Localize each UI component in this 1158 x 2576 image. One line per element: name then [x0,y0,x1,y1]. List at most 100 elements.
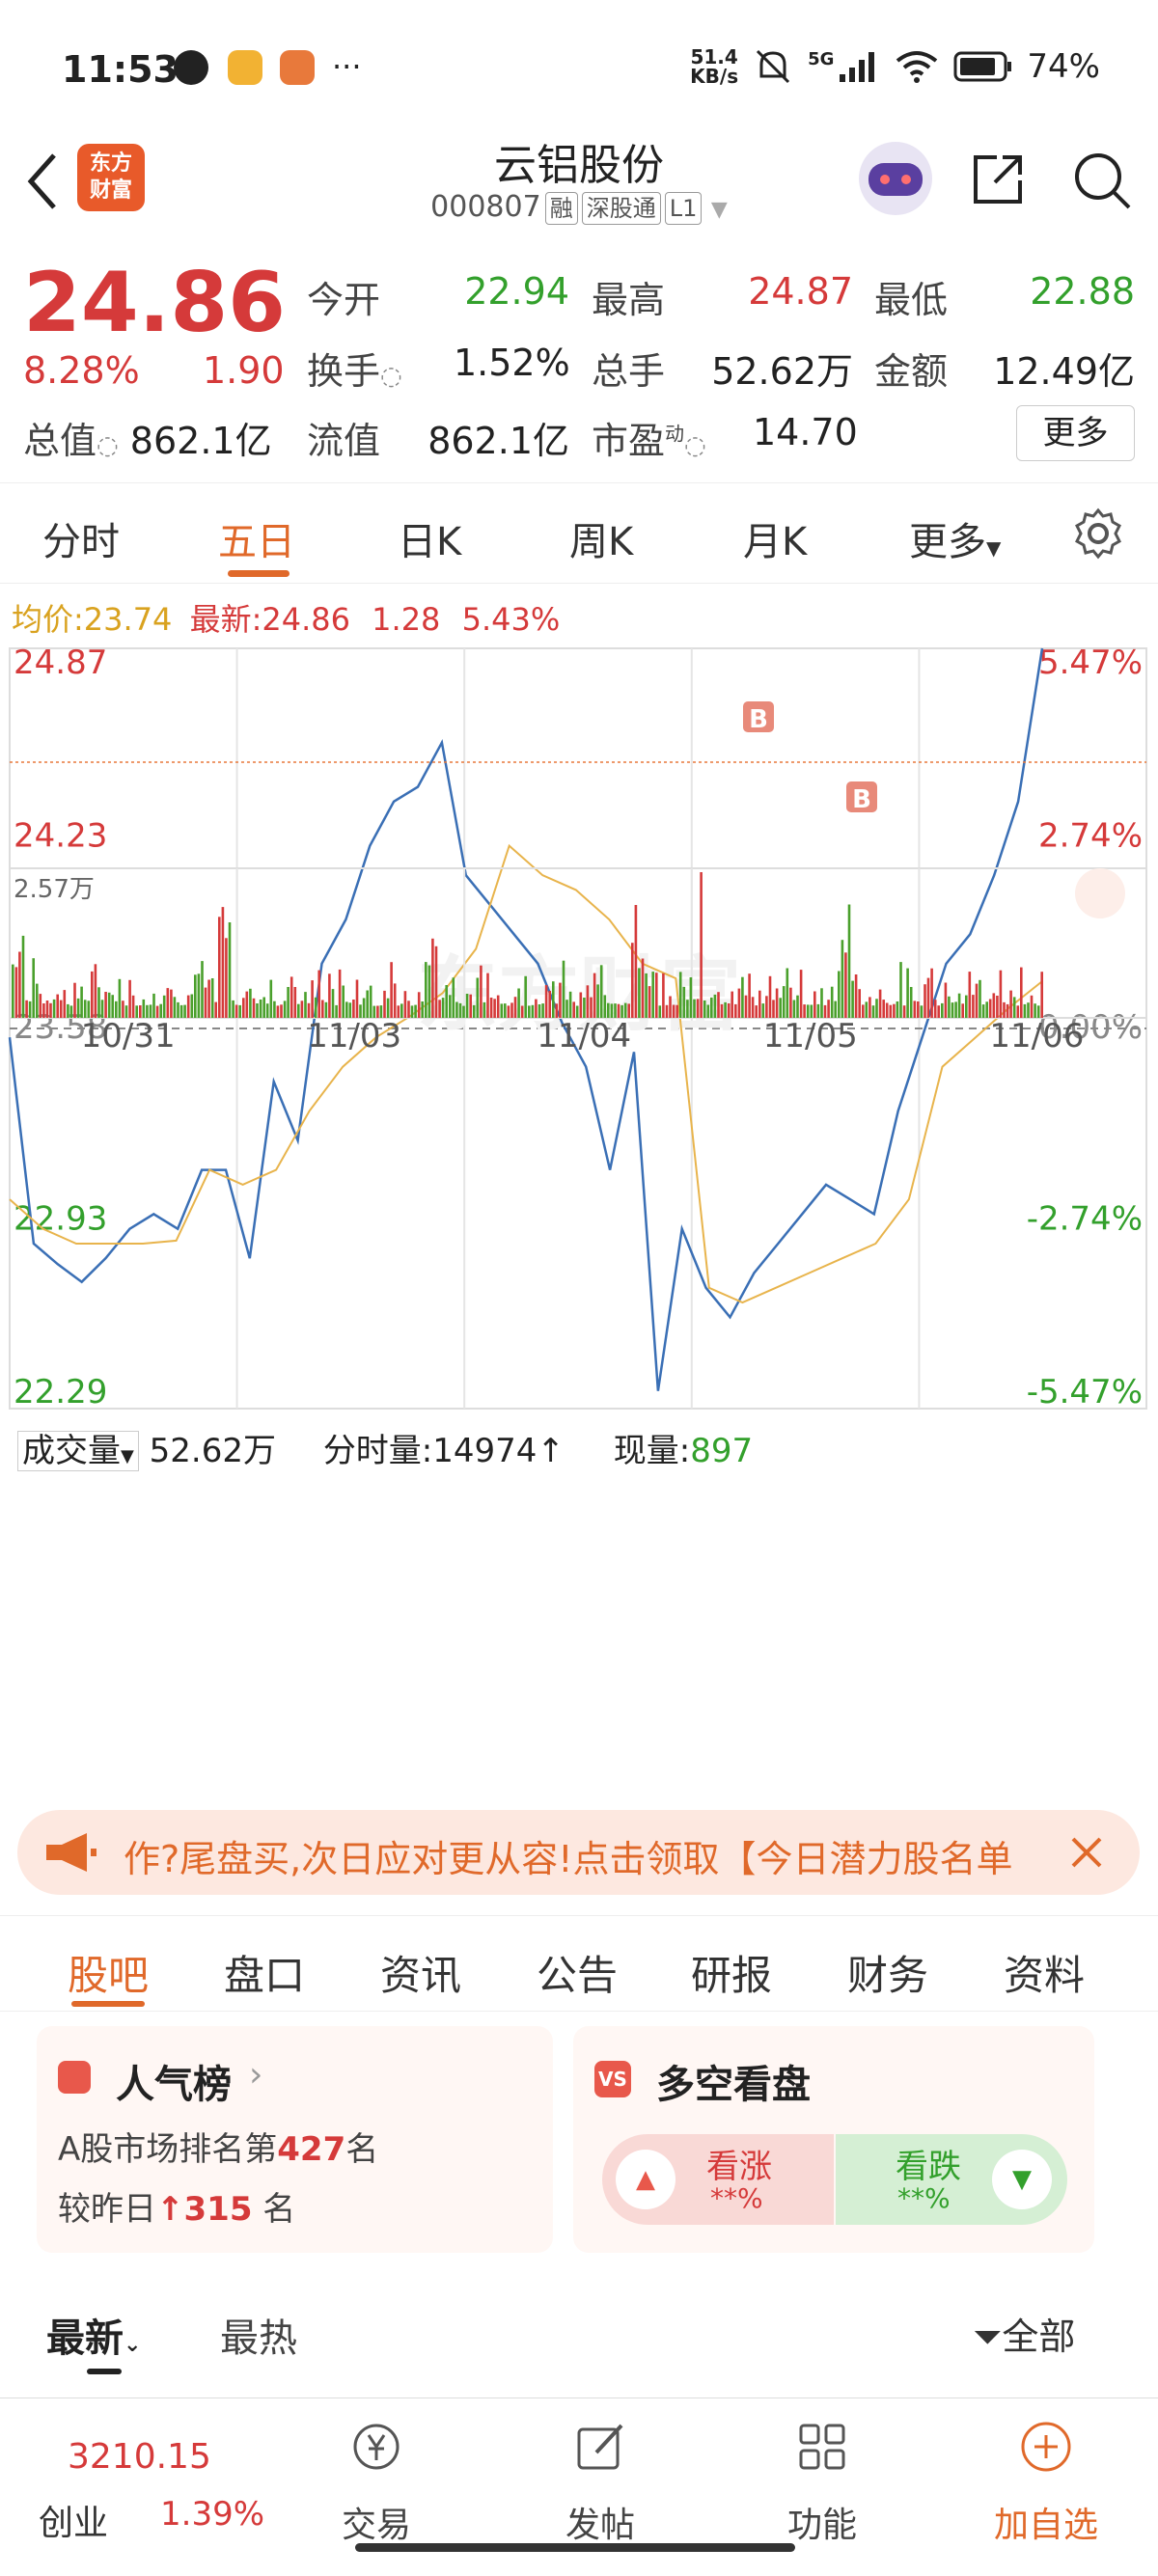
tab-five-day[interactable]: 五日 [218,510,295,566]
volume-bar [933,1000,937,1018]
clock-app-icon [174,50,208,85]
rank-text-prefix: A股市场排名第 [58,2130,278,2169]
search-icon[interactable] [1071,150,1133,211]
rank-line: A股市场排名第427名 [58,2123,378,2170]
feed-tab-latest[interactable]: 最新⌄ [46,2307,141,2363]
edit-post-icon [577,2424,623,2470]
volume-bar [706,1004,710,1018]
volume-bar [724,1001,727,1018]
y-label-right: -5.47% [1027,1373,1143,1411]
volume-bar [12,964,14,1018]
volume-bar [162,995,166,1018]
volume-bar [118,978,122,1018]
volume-total: 52.62万 [149,1432,276,1470]
volume-bar [772,1000,775,1018]
tab-daily-k[interactable]: 日K [398,510,461,566]
volume-bar [535,999,538,1018]
popularity-title: 人气榜 [116,2063,232,2107]
volume-bar [583,998,586,1018]
volume-bar [893,1003,896,1018]
volume-bar [806,1004,810,1018]
volume-bar [755,1005,758,1018]
volume-indicator-select[interactable]: 成交量▼ [17,1431,139,1471]
volume-bar [472,1004,476,1018]
volume-bar [981,1004,985,1018]
chart-legend: 均价:23.74 最新:24.86 1.28 5.43% [12,595,560,640]
battery-percent: 74% [1027,47,1100,86]
tab-more[interactable]: 更多▼ [909,510,1001,566]
feed-filter[interactable]: ⏷全部 [973,2307,1075,2360]
feed-tab-hot[interactable]: 最热 [220,2307,297,2363]
section-tab-finance[interactable]: 财务 [847,1943,928,2002]
section-tab-research[interactable]: 研报 [691,1943,772,2002]
settings-gear-icon[interactable] [1071,507,1125,561]
volume-bar [359,1004,362,1018]
volume-bar [631,943,634,1018]
bear-button[interactable]: 看跌 **% ▼ [836,2134,1067,2225]
volume-bar [520,1005,524,1018]
avg-value: 23.74 [83,601,173,638]
feed-tab-indicator [87,2369,122,2374]
volume-bar [700,872,703,1018]
volume-bar [293,987,297,1018]
volume-bar [696,999,700,1018]
volume-bar [321,1000,324,1018]
bull-button[interactable]: ▲ 看涨 **% [602,2134,834,2225]
volume-bar [297,1003,300,1018]
volume-bar [280,1004,283,1018]
popularity-card[interactable]: 人气榜 › A股市场排名第427名 较昨日↑315 名 [37,2026,553,2253]
active-section-indicator [71,2001,145,2007]
volume-bar [596,984,599,1018]
volume-bar [813,991,816,1018]
volume-bar [201,961,204,1018]
more-quote-button[interactable]: 更多 [1016,405,1135,461]
volume-bar [369,985,372,1018]
volume-bar [32,958,35,1018]
volume-bar [469,994,472,1018]
volume-bar [648,986,651,1018]
volume-bar [486,973,489,1018]
x-axis-label: 11/03 [307,1017,401,1055]
share-icon[interactable] [968,150,1028,209]
five-day-chart[interactable]: 24.8724.2323.5822.9322.295.47%2.74%0.00%… [0,637,1158,1428]
volume-bar [528,1005,531,1018]
promo-banner[interactable]: 作?尾盘买,次日应对更从容!点击领取【今日潜力股名单 [17,1810,1140,1895]
index-widget[interactable]: 3210.15 创业 1.39% [29,2418,264,2553]
volume-bar [896,1001,899,1018]
section-tab-orderbook[interactable]: 盘口 [224,1943,305,2002]
feed-filter-label: 全部 [1002,2316,1076,2358]
close-icon[interactable] [1067,1833,1106,1872]
volume-bar [283,1000,287,1018]
assistant-robot-icon[interactable] [859,142,932,215]
volume-bar [820,988,823,1018]
volume-bar [441,998,445,1018]
volume-bar [152,993,155,1018]
tab-intraday[interactable]: 分时 [42,510,120,566]
volume-bar [944,982,948,1018]
volume-bar [682,986,686,1018]
bull-bear-card[interactable]: VS 多空看盘 ▲ 看涨 **% 看跌 **% ▼ [573,2026,1094,2253]
volume-bar [734,1003,737,1018]
tab-monthly-k[interactable]: 月K [743,510,807,566]
volume-bar [324,1001,328,1018]
volume-bar [720,1003,724,1018]
volume-bar [207,979,210,1018]
volume-bar [510,1002,513,1018]
volume-bar [834,1000,837,1018]
section-tab-forum[interactable]: 股吧 [68,1943,149,2002]
volume-bar [638,968,641,1018]
volume-bar [421,1001,424,1018]
volume-bar [847,904,851,1018]
section-tab-profile[interactable]: 资料 [1004,1943,1085,2002]
volume-bar [383,990,386,1018]
tab-weekly-k[interactable]: 周K [569,510,633,566]
add-watchlist-button[interactable]: 加自选 [988,2398,1104,2576]
x-axis-label: 11/05 [763,1017,858,1055]
bear-value: **% [897,2182,951,2214]
section-tab-news[interactable]: 资讯 [380,1943,461,2002]
volume-bar [122,1000,124,1018]
section-tab-announcements[interactable]: 公告 [537,1943,618,2002]
bull-label: 看涨 [706,2148,772,2186]
volume-bar [999,970,1003,1018]
down-triangle-icon: ▼ [992,2150,1052,2209]
